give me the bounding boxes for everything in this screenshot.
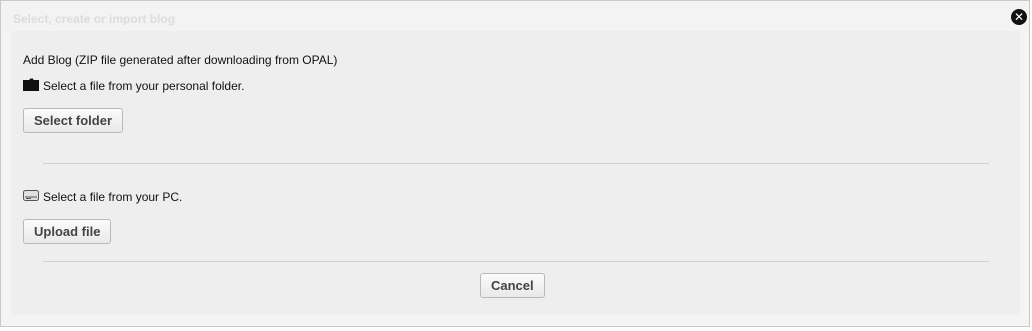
divider — [43, 163, 989, 164]
select-folder-button[interactable]: Select folder — [23, 108, 124, 133]
pc-source-label: Select a file from your PC. — [43, 190, 183, 204]
folder-icon — [23, 78, 39, 94]
close-icon[interactable]: ✕ — [1011, 9, 1027, 25]
pc-source-line: Select a file from your PC. — [23, 189, 182, 205]
import-blog-dialog: Select, create or import blog ✕ Add Blog… — [0, 0, 1030, 327]
folder-source-label: Select a file from your personal folder. — [43, 79, 245, 93]
dialog-title: Select, create or import blog — [13, 12, 176, 26]
dialog-body: Add Blog (ZIP file generated after downl… — [11, 31, 1020, 315]
hard-drive-icon — [23, 189, 39, 205]
dialog-titlebar: Select, create or import blog — [1, 1, 1029, 31]
intro-text: Add Blog (ZIP file generated after downl… — [23, 53, 338, 67]
divider — [43, 261, 989, 262]
upload-file-button[interactable]: Upload file — [23, 219, 112, 244]
cancel-button[interactable]: Cancel — [480, 273, 545, 298]
folder-source-line: Select a file from your personal folder. — [23, 78, 244, 94]
